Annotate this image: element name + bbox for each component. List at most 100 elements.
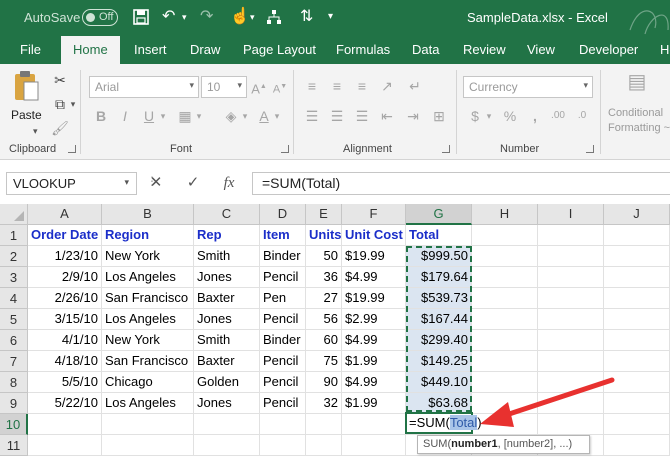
empty-cell[interactable] — [604, 309, 670, 330]
wrap-text-icon[interactable]: ↵ — [406, 76, 424, 96]
font-color-icon[interactable]: A — [256, 106, 272, 126]
empty-cell[interactable] — [306, 414, 342, 435]
save-icon[interactable] — [133, 6, 149, 28]
column-header-h[interactable]: H — [472, 204, 538, 225]
row-header-10[interactable]: 10 — [0, 414, 28, 435]
data-cell[interactable]: $63.68 — [406, 393, 472, 414]
empty-cell[interactable] — [472, 225, 538, 246]
orientation-icon[interactable]: ↗ — [378, 76, 396, 96]
align-right-icon[interactable]: ☰ — [353, 106, 371, 126]
tab-view[interactable]: View — [527, 42, 555, 57]
data-cell[interactable]: $4.99 — [342, 372, 406, 393]
tab-insert[interactable]: Insert — [134, 42, 167, 57]
empty-cell[interactable] — [604, 267, 670, 288]
empty-cell[interactable] — [194, 435, 260, 456]
empty-cell[interactable] — [538, 372, 604, 393]
empty-cell[interactable] — [538, 351, 604, 372]
touch-mode-icon[interactable]: ☝ — [230, 6, 250, 28]
empty-cell[interactable] — [342, 435, 406, 456]
format-painter-icon[interactable]: 🖌 — [50, 118, 70, 138]
autosave-toggle[interactable]: Off — [82, 9, 118, 26]
tab-review[interactable]: Review — [463, 42, 506, 57]
data-cell[interactable]: $167.44 — [406, 309, 472, 330]
data-cell[interactable]: San Francisco — [102, 288, 194, 309]
empty-cell[interactable] — [538, 225, 604, 246]
data-cell[interactable]: $449.10 — [406, 372, 472, 393]
name-box[interactable]: VLOOKUP ▾ — [6, 172, 137, 195]
data-cell[interactable]: 2/26/10 — [28, 288, 102, 309]
empty-cell[interactable] — [604, 414, 670, 435]
merge-center-icon[interactable]: ⊞ — [430, 106, 448, 126]
empty-cell[interactable] — [472, 288, 538, 309]
data-cell[interactable]: 4/1/10 — [28, 330, 102, 351]
data-cell[interactable]: 75 — [306, 351, 342, 372]
number-format-combo[interactable]: Currency ▾ — [463, 76, 593, 98]
tab-formulas[interactable]: Formulas — [336, 42, 390, 57]
row-header-3[interactable]: 3 — [0, 267, 28, 288]
empty-cell[interactable] — [604, 435, 670, 456]
tab-page-layout[interactable]: Page Layout — [243, 42, 316, 57]
data-cell[interactable]: Pencil — [260, 267, 306, 288]
data-cell[interactable]: 32 — [306, 393, 342, 414]
align-bottom-icon[interactable]: ≡ — [353, 76, 371, 96]
empty-cell[interactable] — [538, 288, 604, 309]
bold-icon[interactable]: B — [93, 106, 109, 126]
paste-label[interactable]: Paste — [11, 108, 42, 122]
empty-cell[interactable] — [260, 435, 306, 456]
data-cell[interactable]: Jones — [194, 393, 260, 414]
data-cell[interactable]: Jones — [194, 309, 260, 330]
percent-style-icon[interactable]: % — [501, 106, 519, 126]
fill-dropdown-icon[interactable]: ▾ — [240, 106, 250, 126]
empty-cell[interactable] — [472, 267, 538, 288]
empty-cell[interactable] — [538, 246, 604, 267]
number-launcher-icon[interactable] — [586, 145, 594, 153]
empty-cell[interactable] — [194, 414, 260, 435]
align-center-icon[interactable]: ☰ — [328, 106, 346, 126]
data-cell[interactable]: $4.99 — [342, 330, 406, 351]
data-cell[interactable]: $4.99 — [342, 267, 406, 288]
data-cell[interactable]: 1/23/10 — [28, 246, 102, 267]
header-cell[interactable]: Order Date — [28, 225, 102, 246]
column-header-i[interactable]: I — [538, 204, 604, 225]
comma-style-icon[interactable]: , — [526, 106, 544, 126]
data-cell[interactable]: 56 — [306, 309, 342, 330]
row-header-9[interactable]: 9 — [0, 393, 28, 414]
clipboard-launcher-icon[interactable] — [68, 145, 76, 153]
cancel-icon[interactable]: ✕ — [145, 172, 167, 194]
empty-cell[interactable] — [260, 414, 306, 435]
empty-cell[interactable] — [472, 246, 538, 267]
accounting-format-icon[interactable]: $ — [466, 106, 484, 126]
copy-icon[interactable]: ⧉ — [50, 94, 70, 114]
data-cell[interactable]: Pencil — [260, 393, 306, 414]
data-cell[interactable]: Smith — [194, 246, 260, 267]
select-all-button[interactable] — [0, 204, 28, 225]
font-size-combo[interactable]: 10 ▾ — [201, 76, 247, 98]
data-cell[interactable]: Baxter — [194, 288, 260, 309]
underline-dropdown-icon[interactable]: ▾ — [158, 106, 168, 126]
data-cell[interactable]: 27 — [306, 288, 342, 309]
tab-data[interactable]: Data — [412, 42, 439, 57]
empty-cell[interactable] — [604, 351, 670, 372]
italic-icon[interactable]: I — [117, 106, 133, 126]
data-cell[interactable]: 60 — [306, 330, 342, 351]
empty-cell[interactable] — [342, 414, 406, 435]
header-cell[interactable]: Total — [406, 225, 472, 246]
empty-cell[interactable] — [604, 288, 670, 309]
undo-dropdown-icon[interactable]: ▾ — [182, 6, 187, 28]
tab-help[interactable]: He — [660, 42, 670, 57]
data-cell[interactable]: 5/5/10 — [28, 372, 102, 393]
align-left-icon[interactable]: ☰ — [303, 106, 321, 126]
empty-cell[interactable] — [472, 414, 538, 435]
data-cell[interactable]: New York — [102, 246, 194, 267]
column-header-f[interactable]: F — [342, 204, 406, 225]
header-cell[interactable]: Region — [102, 225, 194, 246]
customize-toolbar-icon[interactable]: ▾ — [328, 6, 333, 28]
column-header-c[interactable]: C — [194, 204, 260, 225]
data-cell[interactable]: New York — [102, 330, 194, 351]
data-cell[interactable]: 36 — [306, 267, 342, 288]
empty-cell[interactable] — [102, 435, 194, 456]
align-top-icon[interactable]: ≡ — [303, 76, 321, 96]
font-launcher-icon[interactable] — [281, 145, 289, 153]
empty-cell[interactable] — [538, 414, 604, 435]
align-middle-icon[interactable]: ≡ — [328, 76, 346, 96]
